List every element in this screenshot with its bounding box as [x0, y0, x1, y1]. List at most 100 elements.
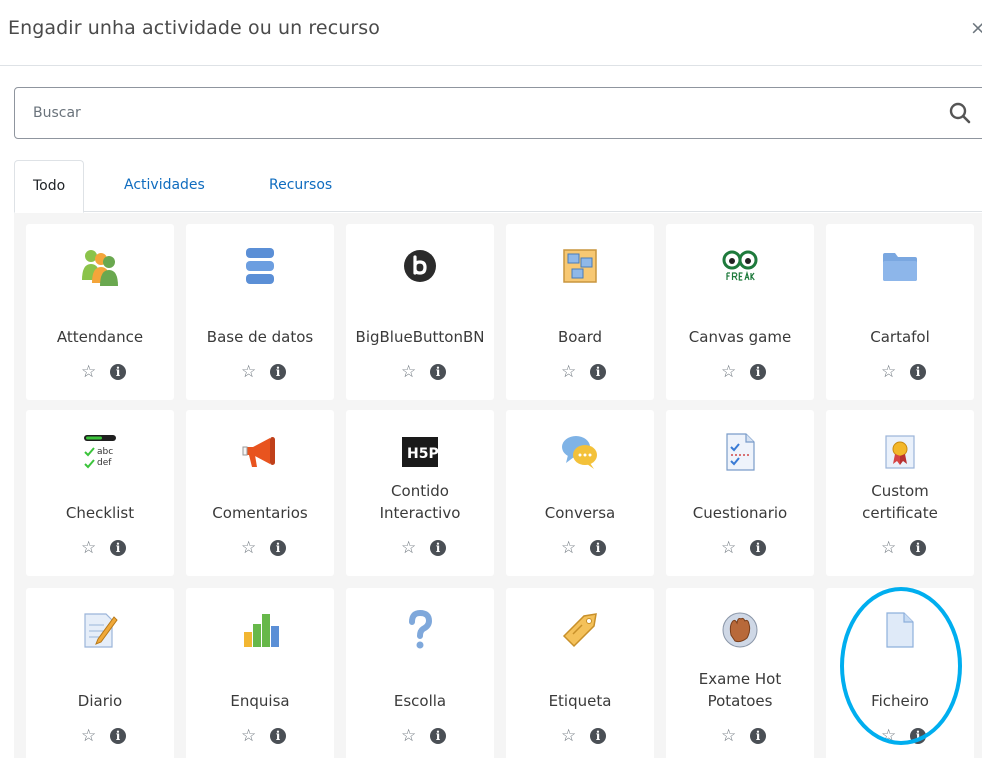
svg-text:H5P: H5P: [407, 446, 438, 462]
module-card-folder[interactable]: Cartafol ☆ i: [826, 224, 974, 400]
star-icon[interactable]: ☆: [81, 538, 96, 558]
close-button[interactable]: ×: [970, 17, 982, 39]
card-actions: ☆ i: [186, 362, 334, 382]
module-card-hot-potatoes[interactable]: Exame Hot Potatoes ☆ i: [666, 588, 814, 758]
info-icon[interactable]: i: [270, 364, 286, 380]
card-actions: ☆ i: [506, 362, 654, 382]
star-icon[interactable]: ☆: [241, 726, 256, 746]
module-name: Comentarios: [212, 504, 308, 522]
info-icon[interactable]: i: [430, 364, 446, 380]
info-icon[interactable]: i: [110, 540, 126, 556]
bigbluebutton-icon: [346, 246, 494, 286]
info-icon[interactable]: i: [910, 728, 926, 744]
card-actions: ☆ i: [826, 362, 974, 382]
star-icon[interactable]: ☆: [401, 726, 416, 746]
info-icon[interactable]: i: [270, 540, 286, 556]
module-name: Cuestionario: [692, 504, 788, 522]
card-actions: ☆ i: [506, 538, 654, 558]
star-icon[interactable]: ☆: [881, 538, 896, 558]
info-icon[interactable]: i: [910, 364, 926, 380]
info-icon[interactable]: i: [910, 540, 926, 556]
board-icon: [506, 246, 654, 286]
tab-all[interactable]: Todo: [14, 160, 85, 213]
star-icon[interactable]: ☆: [241, 362, 256, 382]
folder-icon: [826, 246, 974, 286]
bar-chart-icon: [186, 610, 334, 650]
module-card-chat[interactable]: Conversa ☆ i: [506, 410, 654, 576]
module-name: Cartafol: [870, 328, 930, 346]
star-icon[interactable]: ☆: [561, 726, 576, 746]
card-actions: ☆ i: [666, 726, 814, 746]
module-card-survey[interactable]: Enquisa ☆ i: [186, 588, 334, 758]
search-icon[interactable]: [948, 101, 972, 125]
card-actions: ☆ i: [666, 362, 814, 382]
module-name: BigBlueButtonBN: [355, 328, 485, 346]
star-icon[interactable]: ☆: [881, 362, 896, 382]
card-actions: ☆ i: [346, 538, 494, 558]
module-name: Custom certificate: [862, 482, 938, 522]
module-card-database[interactable]: Base de datos ☆ i: [186, 224, 334, 400]
info-icon[interactable]: i: [750, 540, 766, 556]
star-icon[interactable]: ☆: [561, 538, 576, 558]
module-card-checklist[interactable]: abc def Checklist ☆ i: [26, 410, 174, 576]
star-icon[interactable]: ☆: [401, 362, 416, 382]
star-icon[interactable]: ☆: [401, 538, 416, 558]
module-name: Board: [557, 328, 603, 346]
megaphone-icon: [186, 432, 334, 472]
info-icon[interactable]: i: [270, 728, 286, 744]
module-name: Contido Interactivo: [379, 482, 461, 522]
info-icon[interactable]: i: [750, 728, 766, 744]
module-name: Conversa: [544, 504, 616, 522]
module-name: Checklist: [65, 504, 135, 522]
info-icon[interactable]: i: [430, 540, 446, 556]
svg-text:def: def: [97, 458, 112, 468]
card-actions: ☆ i: [26, 726, 174, 746]
star-icon[interactable]: ☆: [81, 362, 96, 382]
card-actions: ☆ i: [186, 538, 334, 558]
module-card-quiz[interactable]: Cuestionario ☆ i: [666, 410, 814, 576]
star-icon[interactable]: ☆: [561, 362, 576, 382]
module-card-canvas-game[interactable]: Canvas game ☆ i: [666, 224, 814, 400]
star-icon[interactable]: ☆: [241, 538, 256, 558]
info-icon[interactable]: i: [110, 728, 126, 744]
modal-title: Engadir unha actividade ou un recurso: [8, 17, 381, 39]
module-name: Attendance: [56, 328, 144, 346]
tab-activities[interactable]: Actividades: [106, 160, 223, 213]
file-icon: [826, 610, 974, 650]
module-name: Enquisa: [230, 692, 290, 710]
module-card-comments[interactable]: Comentarios ☆ i: [186, 410, 334, 576]
module-card-custom-certificate[interactable]: Custom certificate ☆ i: [826, 410, 974, 576]
module-card-journal[interactable]: Diario ☆ i: [26, 588, 174, 758]
card-actions: ☆ i: [186, 726, 334, 746]
star-icon[interactable]: ☆: [721, 538, 736, 558]
module-card-board[interactable]: Board ☆ i: [506, 224, 654, 400]
info-icon[interactable]: i: [430, 728, 446, 744]
tab-resources[interactable]: Recursos: [251, 160, 350, 213]
certificate-icon: [826, 432, 974, 472]
tag-icon: [506, 610, 654, 650]
info-icon[interactable]: i: [750, 364, 766, 380]
module-card-label[interactable]: Etiqueta ☆ i: [506, 588, 654, 758]
module-card-bigbluebutton[interactable]: BigBlueButtonBN ☆ i: [346, 224, 494, 400]
info-icon[interactable]: i: [590, 540, 606, 556]
attendance-icon: [26, 246, 174, 286]
star-icon[interactable]: ☆: [81, 726, 96, 746]
module-card-file[interactable]: Ficheiro ☆ i: [826, 588, 974, 758]
module-card-choice[interactable]: Escolla ☆ i: [346, 588, 494, 758]
search-box: [14, 87, 982, 139]
database-icon: [186, 246, 334, 286]
search-input[interactable]: [33, 88, 913, 138]
star-icon[interactable]: ☆: [721, 726, 736, 746]
info-icon[interactable]: i: [590, 728, 606, 744]
info-icon[interactable]: i: [590, 364, 606, 380]
quiz-icon: [666, 432, 814, 472]
star-icon[interactable]: ☆: [881, 726, 896, 746]
info-icon[interactable]: i: [110, 364, 126, 380]
module-card-attendance[interactable]: Attendance ☆ i: [26, 224, 174, 400]
card-actions: ☆ i: [826, 538, 974, 558]
star-icon[interactable]: ☆: [721, 362, 736, 382]
freak-glasses-icon: [666, 246, 814, 286]
module-name: Ficheiro: [871, 692, 929, 710]
svg-text:abc: abc: [97, 447, 113, 457]
module-card-interactive-content[interactable]: H5P Contido Interactivo ☆ i: [346, 410, 494, 576]
